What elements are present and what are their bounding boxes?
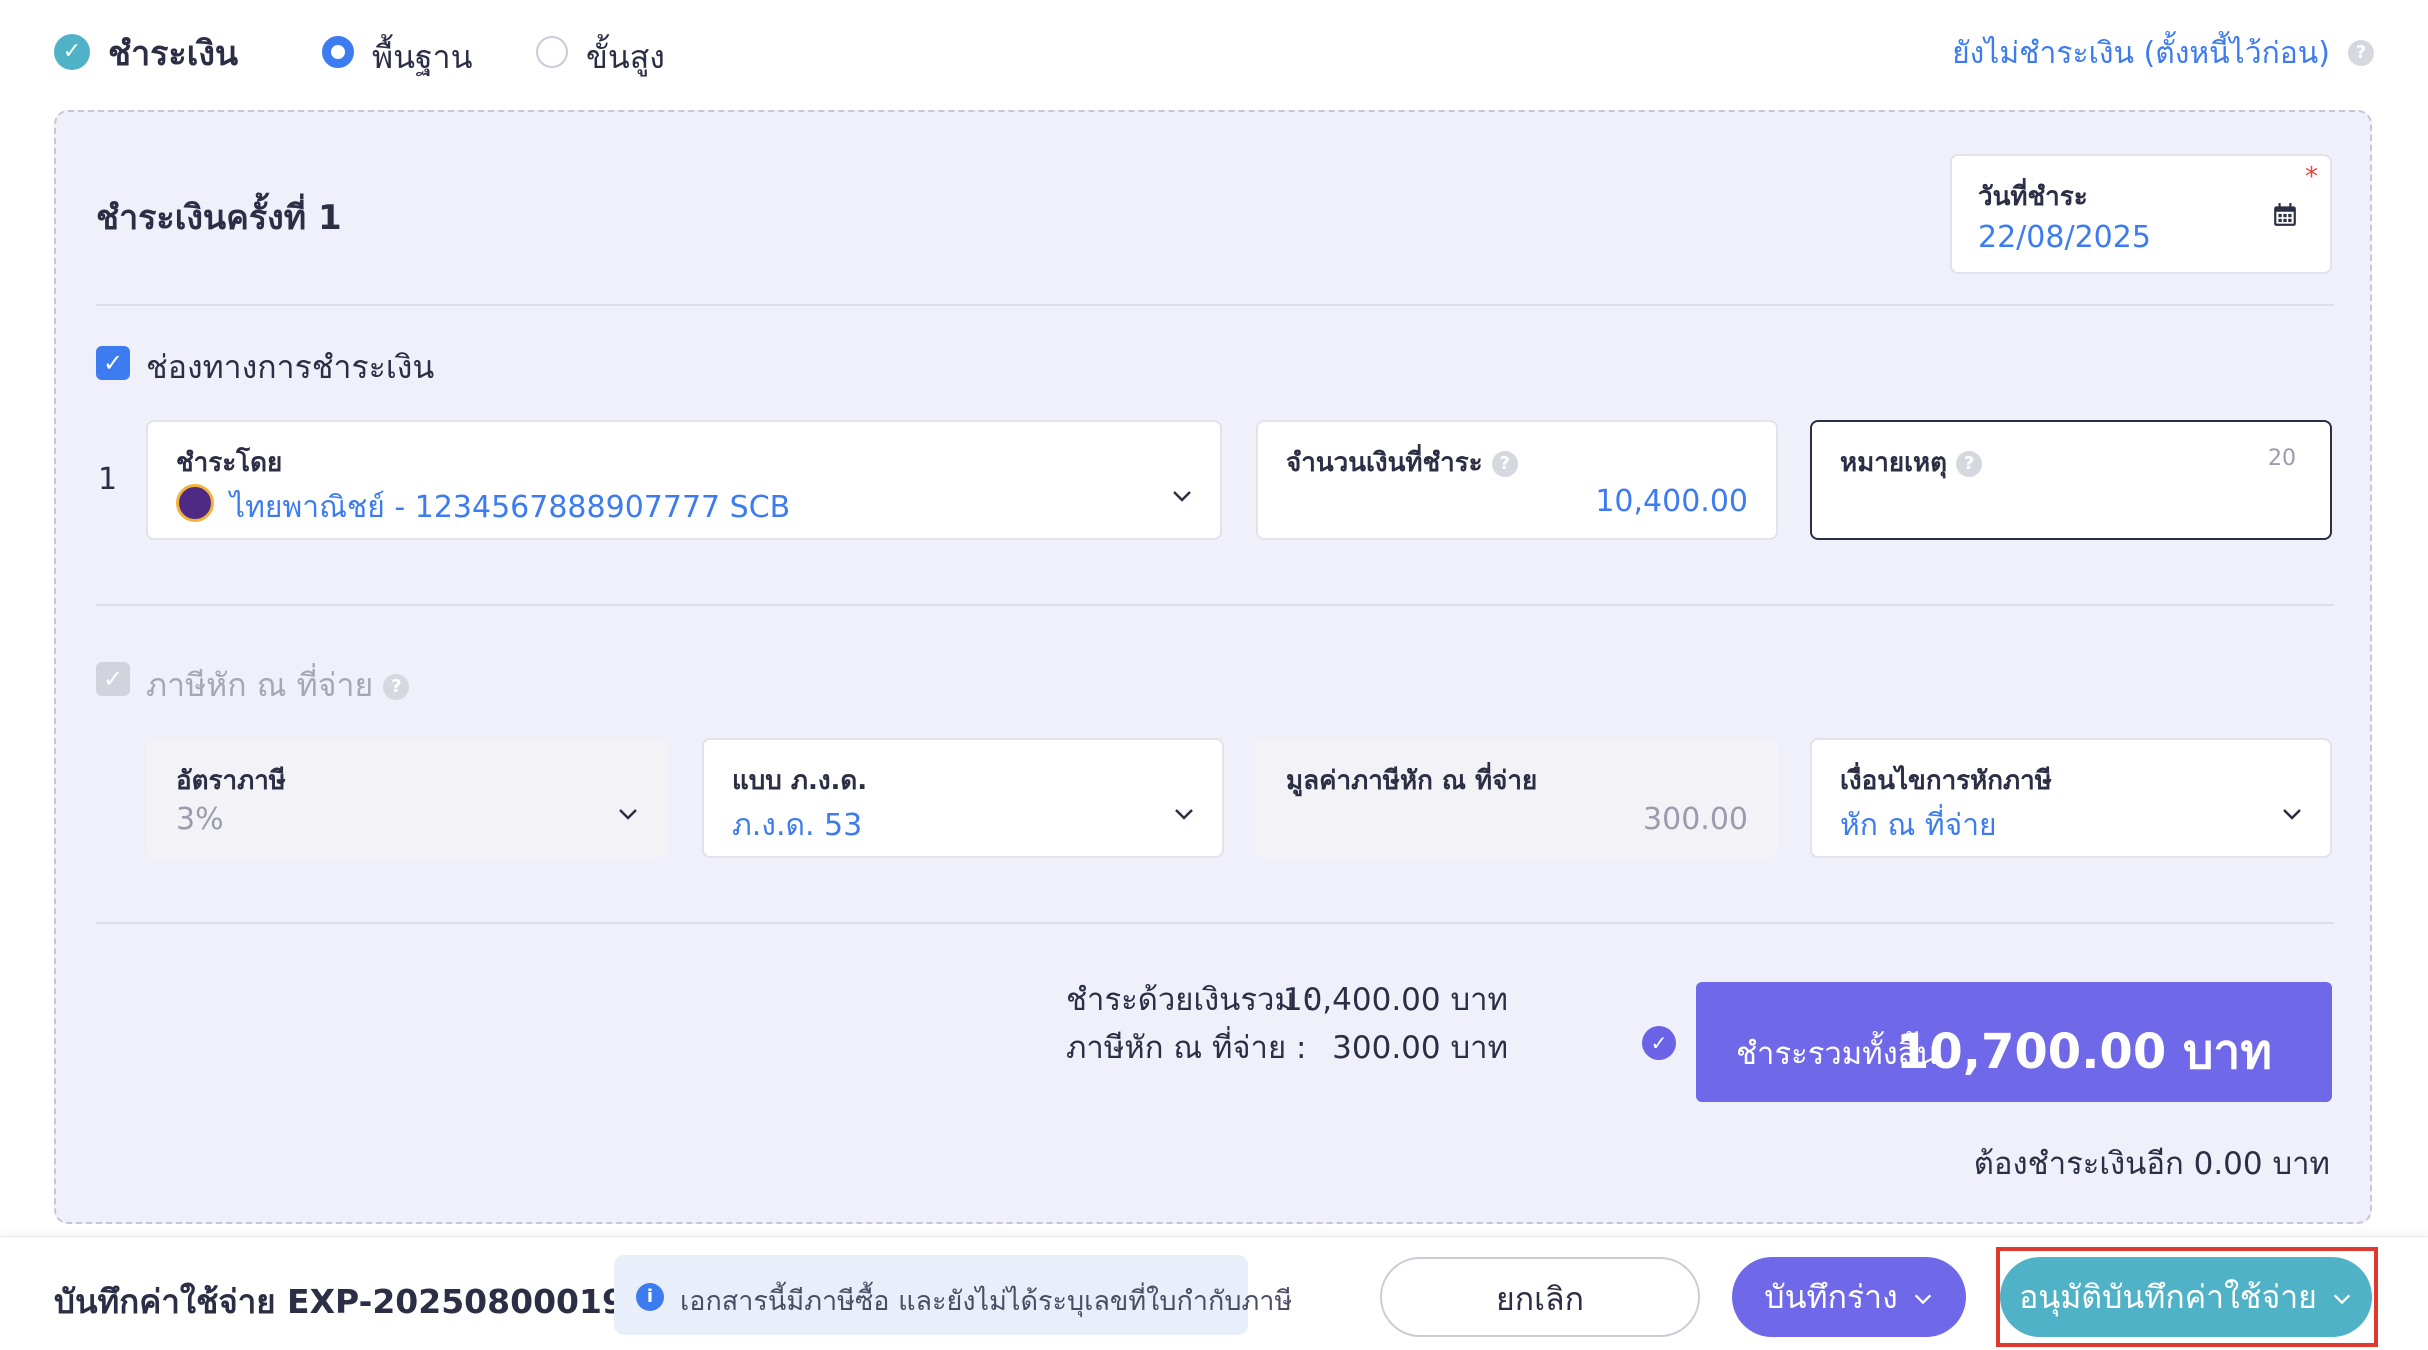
section-title: ชำระเงิน bbox=[108, 34, 239, 74]
paid-total-value: 10,400.00 บาท bbox=[1282, 982, 1508, 1018]
tax-rate-value: 3% bbox=[176, 802, 224, 837]
action-footer: บันทึกค่าใช้จ่าย EXP-20250800019 i เอกสา… bbox=[0, 1236, 2428, 1350]
check-circle-icon: ✓ bbox=[54, 34, 90, 70]
amount-value[interactable]: 10,400.00 bbox=[1595, 484, 1748, 519]
help-icon[interactable]: ? bbox=[1956, 450, 1983, 477]
withholding-checkbox: ✓ bbox=[96, 662, 130, 696]
chevron-down-icon[interactable] bbox=[1172, 802, 1196, 826]
payment-date-field[interactable]: วันที่ชำระ 22/08/2025 * bbox=[1950, 154, 2332, 274]
tax-form-select[interactable]: แบบ ภ.ง.ด. ภ.ง.ด. 53 bbox=[702, 738, 1224, 858]
tax-rate-select: อัตราภาษี 3% bbox=[146, 738, 668, 858]
wht-condition-label: เงื่อนไขการหักภาษี bbox=[1840, 766, 2052, 796]
document-title: บันทึกค่าใช้จ่าย EXP-20250800019 bbox=[54, 1282, 625, 1321]
wht-condition-select[interactable]: เงื่อนไขการหักภาษี หัก ณ ที่จ่าย bbox=[1810, 738, 2332, 858]
payment-round-title: ชำระเงินครั้งที่ 1 bbox=[96, 198, 342, 238]
check-circle-icon: ✓ bbox=[1642, 1026, 1676, 1060]
tax-rate-label: อัตราภาษี bbox=[176, 766, 286, 796]
divider bbox=[96, 304, 2334, 306]
payment-panel: ชำระเงินครั้งที่ 1 วันที่ชำระ 22/08/2025… bbox=[54, 110, 2372, 1224]
amount-label: จำนวนเงินที่ชำระ ? bbox=[1286, 442, 1518, 483]
pay-by-value: ไทยพาณิชย์ - 1234567888907777 SCB bbox=[230, 490, 791, 525]
withholding-label: ภาษีหัก ณ ที่จ่าย ? bbox=[146, 660, 410, 711]
calendar-icon[interactable] bbox=[2272, 202, 2298, 228]
save-draft-button[interactable]: บันทึกร่าง bbox=[1732, 1257, 1966, 1337]
wht-amount-field: มูลค่าภาษีหัก ณ ที่จ่าย 300.00 bbox=[1256, 738, 1778, 858]
approve-expense-button[interactable]: อนุมัติบันทึกค่าใช้จ่าย bbox=[2000, 1257, 2372, 1337]
tax-form-label: แบบ ภ.ง.ด. bbox=[732, 766, 868, 796]
chevron-down-icon[interactable] bbox=[2280, 802, 2304, 826]
tax-notice-text: เอกสารนี้มีภาษีซื้อ และยังไม่ได้ระบุเลขท… bbox=[680, 1286, 1293, 1317]
row-number: 1 bbox=[98, 462, 118, 497]
divider bbox=[96, 922, 2334, 924]
payment-channel-label: ช่องทางการชำระเงิน bbox=[146, 348, 435, 386]
pay-by-select[interactable]: ชำระโดย ไทยพาณิชย์ - 1234567888907777 SC… bbox=[146, 420, 1222, 540]
grand-total-value: 10,700.00 บาท bbox=[1895, 1024, 2272, 1080]
chevron-down-icon[interactable] bbox=[2331, 1288, 2353, 1310]
wht-condition-value: หัก ณ ที่จ่าย bbox=[1840, 808, 1997, 843]
bank-logo-icon bbox=[176, 484, 214, 522]
note-char-counter: 20 bbox=[2268, 446, 2296, 471]
help-icon[interactable]: ? bbox=[2348, 40, 2374, 66]
required-mark: * bbox=[2305, 162, 2318, 192]
help-icon[interactable]: ? bbox=[383, 674, 410, 700]
divider bbox=[96, 604, 2334, 606]
tax-notice: i เอกสารนี้มีภาษีซื้อ และยังไม่ได้ระบุเล… bbox=[614, 1255, 1292, 1335]
radio-basic-label[interactable]: พื้นฐาน bbox=[372, 32, 472, 83]
payment-date-label: วันที่ชำระ bbox=[1978, 182, 2088, 212]
help-icon[interactable]: ? bbox=[1491, 450, 1518, 477]
wht-amount-value: 300.00 bbox=[1643, 802, 1748, 837]
chevron-down-icon[interactable] bbox=[1912, 1288, 1934, 1310]
tax-form-value: ภ.ง.ด. 53 bbox=[732, 808, 863, 843]
payment-channel-checkbox[interactable]: ✓ bbox=[96, 346, 130, 380]
info-icon: i bbox=[636, 1283, 664, 1311]
remaining-amount: ต้องชำระเงินอีก 0.00 บาท bbox=[1973, 1146, 2330, 1182]
note-field[interactable]: หมายเหตุ ? 20 bbox=[1810, 420, 2332, 540]
chevron-down-icon bbox=[619, 809, 637, 820]
grand-total-box: ชำระรวมทั้งสิ้น 10,700.00 บาท bbox=[1696, 982, 2332, 1102]
payment-date-value[interactable]: 22/08/2025 bbox=[1978, 220, 2151, 255]
wht-total-value: 300.00 บาท bbox=[1332, 1030, 1508, 1066]
amount-field[interactable]: จำนวนเงินที่ชำระ ? 10,400.00 bbox=[1256, 420, 1778, 540]
cancel-button[interactable]: ยกเลิก bbox=[1380, 1257, 1700, 1337]
paid-total-label: ชำระด้วยเงินรวม : bbox=[1066, 982, 1316, 1018]
pay-by-label: ชำระโดย bbox=[176, 448, 283, 478]
note-label: หมายเหตุ ? bbox=[1840, 442, 1983, 483]
radio-advanced[interactable] bbox=[536, 36, 568, 68]
radio-advanced-label[interactable]: ขั้นสูง bbox=[586, 32, 665, 83]
defer-payment-link[interactable]: ยังไม่ชำระเงิน (ตั้งหนี้ไว้ก่อน) bbox=[1952, 30, 2330, 77]
payment-header: ✓ ชำระเงิน พื้นฐาน ขั้นสูง ยังไม่ชำระเงิ… bbox=[0, 0, 2428, 104]
radio-basic[interactable] bbox=[322, 36, 354, 68]
wht-amount-label: มูลค่าภาษีหัก ณ ที่จ่าย bbox=[1286, 766, 1538, 796]
chevron-down-icon[interactable] bbox=[1170, 484, 1194, 508]
wht-total-label: ภาษีหัก ณ ที่จ่าย : bbox=[1066, 1030, 1307, 1066]
